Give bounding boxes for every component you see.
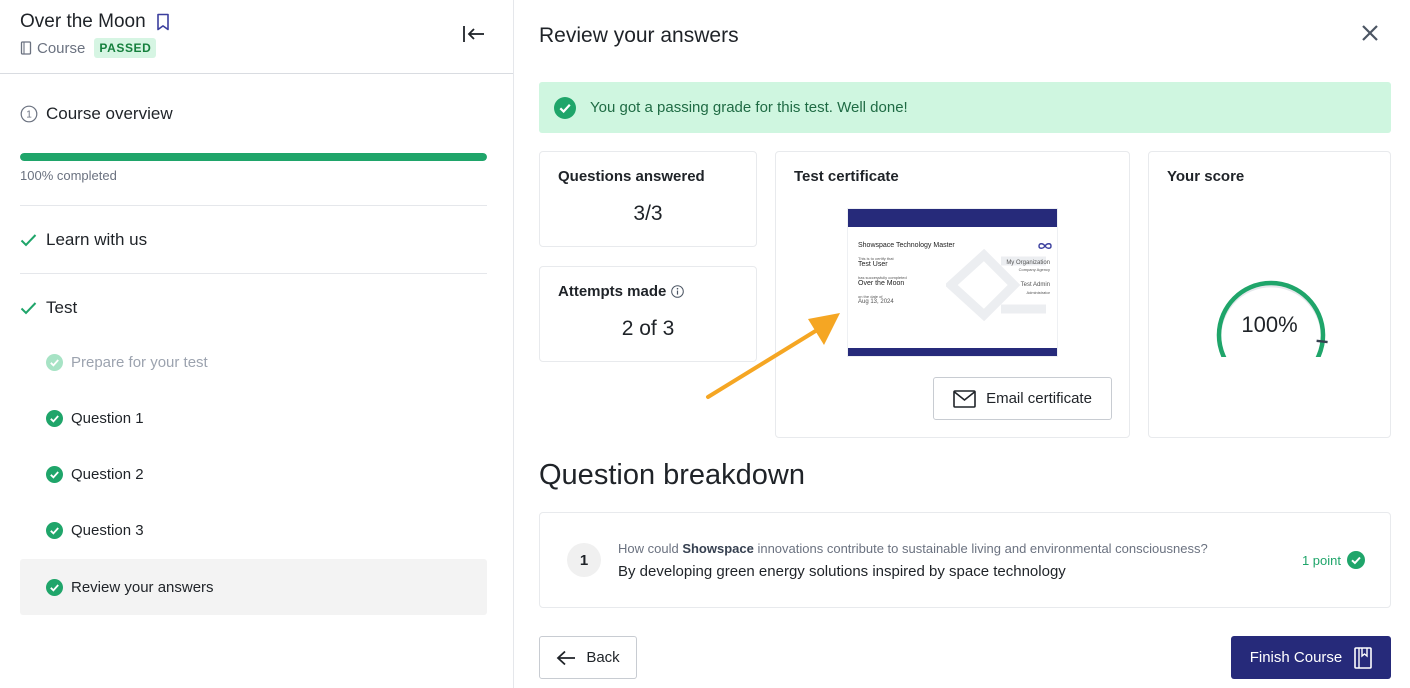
course-overview-label: Course overview <box>46 104 173 123</box>
card-title: Questions answered <box>558 168 705 185</box>
svg-text:1: 1 <box>26 110 32 121</box>
lesson-question-2[interactable]: Question 2 <box>20 446 487 502</box>
close-button[interactable] <box>1358 23 1382 47</box>
divider <box>20 273 487 274</box>
collapse-sidebar-button[interactable] <box>460 22 488 50</box>
score-value: 100% <box>1241 312 1298 337</box>
your-score-card: Your score 100% <box>1148 151 1391 438</box>
finish-label: Finish Course <box>1249 649 1343 666</box>
mail-icon <box>953 389 976 408</box>
question-breakdown-title: Question breakdown <box>539 459 805 491</box>
book-icon <box>20 41 32 55</box>
lesson-label: Question 1 <box>71 409 144 427</box>
check-circle-icon <box>46 353 63 371</box>
course-overview[interactable]: 1 Course overview <box>20 104 173 124</box>
collapse-left-icon <box>462 24 486 49</box>
back-button[interactable]: Back <box>539 636 637 679</box>
certificate-admin-sub: Administrator <box>1026 290 1050 295</box>
check-circle-icon <box>46 409 63 427</box>
gauge-needle <box>1316 339 1328 344</box>
status-badge: PASSED <box>94 38 157 58</box>
questions-answered-card: Questions answered 3/3 <box>539 151 757 247</box>
bookmark-icon[interactable] <box>156 13 170 31</box>
certificate-org: My Organization <box>1006 260 1050 266</box>
section-label: Test <box>46 298 78 317</box>
pass-alert: You got a passing grade for this test. W… <box>539 82 1391 133</box>
card-title-text: Attempts made <box>558 283 667 300</box>
course-progress-fill <box>20 153 487 161</box>
check-circle-icon <box>46 521 63 539</box>
section-learn-with-us[interactable]: Learn with us <box>20 230 147 250</box>
question-text: How could Showspace innovations contribu… <box>618 541 1208 556</box>
info-circle-icon: 1 <box>20 105 38 123</box>
course-title: Over the Moon <box>20 11 170 33</box>
course-progress-bar <box>20 153 487 161</box>
lesson-review-answers[interactable]: Review your answers <box>20 559 487 615</box>
course-type: Course <box>37 39 86 57</box>
question-points: 1 point <box>1302 551 1365 569</box>
divider <box>20 205 487 206</box>
certificate-preview[interactable]: Showspace Technology Master This is to c… <box>847 208 1058 357</box>
card-title: Test certificate <box>794 168 899 185</box>
alert-text: You got a passing grade for this test. W… <box>590 99 908 116</box>
check-circle-icon <box>554 96 576 119</box>
progress-label: 100% completed <box>20 168 117 183</box>
questions-answered-value: 3/3 <box>633 202 663 225</box>
course-sidebar: Over the Moon Course PASSED 1 Course ove… <box>0 0 514 688</box>
course-title-text: Over the Moon <box>20 11 146 32</box>
finish-course-button[interactable]: Finish Course <box>1231 636 1391 679</box>
question-text-before: How could <box>618 541 683 556</box>
points-label: 1 point <box>1301 552 1341 568</box>
certificate-band-top <box>848 209 1057 227</box>
check-icon <box>20 233 37 247</box>
certificate-date: Aug 13, 2024 <box>858 299 894 305</box>
book-icon <box>1354 646 1373 669</box>
course-meta: Course PASSED <box>20 38 157 58</box>
check-circle-icon <box>46 465 63 483</box>
email-certificate-label: Email certificate <box>986 390 1092 407</box>
question-text-after: innovations contribute to sustainable li… <box>753 541 1208 556</box>
email-certificate-button[interactable]: Email certificate <box>933 377 1112 420</box>
card-title: Your score <box>1167 168 1245 185</box>
infinity-logo-icon <box>1038 243 1052 249</box>
back-label: Back <box>586 649 620 666</box>
certificate-admin: Test Admin <box>1020 282 1050 288</box>
card-title: Attempts made <box>558 283 685 300</box>
info-icon[interactable] <box>671 285 685 298</box>
section-test[interactable]: Test <box>20 298 77 318</box>
certificate-heading: Showspace Technology Master <box>858 242 955 249</box>
check-circle-icon <box>46 578 63 596</box>
arrow-left-icon <box>556 650 576 666</box>
check-circle-icon <box>1347 551 1365 569</box>
certificate-band-bottom <box>848 348 1057 356</box>
certificate-course: Over the Moon <box>858 280 905 287</box>
check-icon <box>20 301 37 315</box>
close-icon <box>1361 24 1379 47</box>
lesson-question-3[interactable]: Question 3 <box>20 502 487 558</box>
certificate-org-sub: Company Agency <box>1018 267 1050 272</box>
lesson-label: Question 3 <box>71 521 144 539</box>
sidebar-header: Over the Moon Course PASSED <box>0 0 513 74</box>
lesson-prepare-for-test[interactable]: Prepare for your test <box>20 334 487 390</box>
review-panel: Review your answers You got a passing gr… <box>515 0 1410 688</box>
question-row[interactable]: 1 How could Showspace innovations contri… <box>539 512 1391 608</box>
lesson-label: Question 2 <box>71 465 144 483</box>
certificate-recipient: Test User <box>858 261 888 268</box>
lesson-label: Review your answers <box>71 578 214 596</box>
question-number: 1 <box>567 543 601 577</box>
page-title: Review your answers <box>539 24 739 47</box>
attempts-made-card: Attempts made 2 of 3 <box>539 266 757 362</box>
attempts-made-value: 2 of 3 <box>621 317 675 340</box>
lesson-label: Prepare for your test <box>71 353 208 371</box>
lesson-question-1[interactable]: Question 1 <box>20 390 487 446</box>
section-label: Learn with us <box>46 230 148 249</box>
test-certificate-card: Test certificate Showspace Technology Ma… <box>775 151 1130 438</box>
question-text-bold: Showspace <box>682 541 754 556</box>
question-answer: By developing green energy solutions ins… <box>618 563 1066 580</box>
